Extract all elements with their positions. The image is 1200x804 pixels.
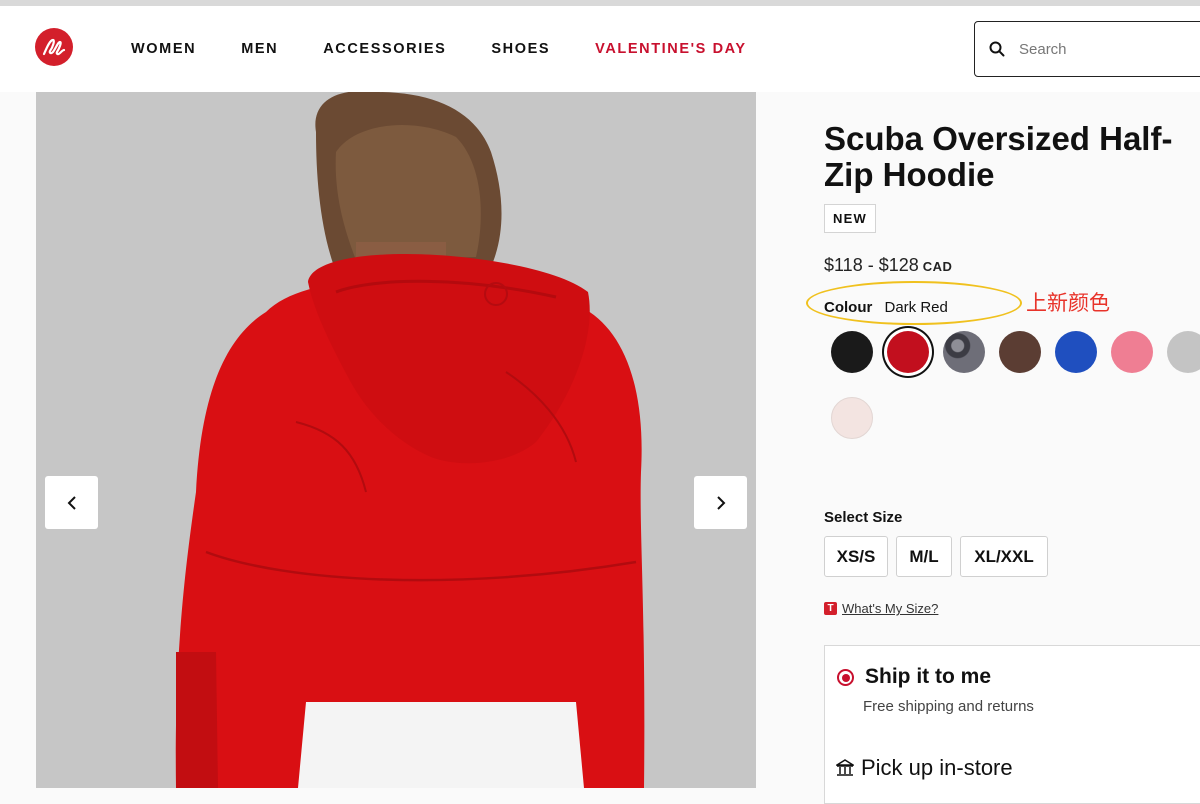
swatch-blue[interactable] — [1055, 331, 1097, 373]
nav-shoes[interactable]: SHOES — [491, 41, 550, 57]
currency: CAD — [922, 259, 953, 274]
swatch-camo[interactable] — [943, 331, 985, 373]
chevron-left-icon — [67, 495, 76, 510]
search-box[interactable] — [974, 21, 1200, 77]
product-title: Scuba Oversized Half-Zip Hoodie — [824, 120, 1173, 193]
annotation-text: 上新颜色 — [1026, 292, 1110, 315]
price: $118 - $128 CAD — [824, 255, 952, 276]
nav-accessories[interactable]: ACCESSORIES — [323, 41, 446, 57]
price-range: $118 - $128 — [824, 255, 919, 275]
swatch-cream[interactable] — [831, 397, 873, 439]
nav-men[interactable]: MEN — [241, 41, 278, 57]
product-image — [36, 92, 756, 788]
hoodie-photo — [36, 92, 756, 788]
size-guide-icon: T — [824, 602, 837, 615]
store-icon — [836, 759, 854, 776]
colour-value: Dark Red — [884, 299, 948, 316]
colour-row: Colour Dark Red — [824, 299, 948, 316]
search-icon — [989, 41, 1005, 57]
chevron-right-icon — [716, 495, 725, 510]
pickup-title: Pick up in-store — [861, 755, 1013, 780]
new-badge: NEW — [824, 204, 876, 233]
next-image-button[interactable] — [694, 476, 747, 529]
size-guide[interactable]: T What's My Size? — [824, 601, 938, 616]
size-guide-link[interactable]: What's My Size? — [842, 601, 938, 616]
swatch-pink[interactable] — [1111, 331, 1153, 373]
prev-image-button[interactable] — [45, 476, 98, 529]
ship-title: Ship it to me — [865, 665, 991, 688]
size-m-l[interactable]: M/L — [896, 536, 952, 577]
lululemon-logo[interactable] — [35, 28, 73, 66]
pickup-option[interactable]: Pick up in-store — [824, 734, 1200, 804]
nav-valentines-day[interactable]: VALENTINE'S DAY — [595, 41, 747, 57]
size-xs-s[interactable]: XS/S — [824, 536, 888, 577]
size-xl-xxl[interactable]: XL/XXL — [960, 536, 1048, 577]
swatch-heather-grey[interactable] — [1167, 331, 1200, 373]
ship-subtitle: Free shipping and returns — [863, 698, 1034, 715]
radio-selected-icon[interactable] — [837, 669, 854, 686]
ship-option[interactable]: Ship it to me Free shipping and returns — [824, 645, 1200, 735]
site-header: WOMEN MEN ACCESSORIES SHOES VALENTINE'S … — [0, 6, 1200, 92]
size-label: Select Size — [824, 509, 903, 526]
swatch-dark-red[interactable] — [887, 331, 929, 373]
colour-label: Colour — [824, 299, 873, 316]
main-nav: WOMEN MEN ACCESSORIES SHOES VALENTINE'S … — [131, 41, 792, 57]
nav-women[interactable]: WOMEN — [131, 41, 196, 57]
swatch-brown[interactable] — [999, 331, 1041, 373]
swatch-black[interactable] — [831, 331, 873, 373]
search-input[interactable] — [1019, 36, 1199, 62]
